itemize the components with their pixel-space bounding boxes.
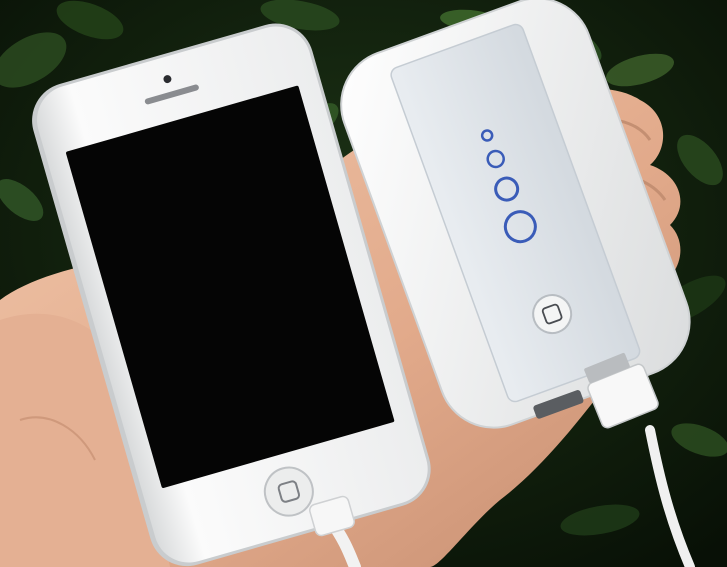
photo-svg	[0, 0, 727, 567]
photo-scene	[0, 0, 727, 567]
